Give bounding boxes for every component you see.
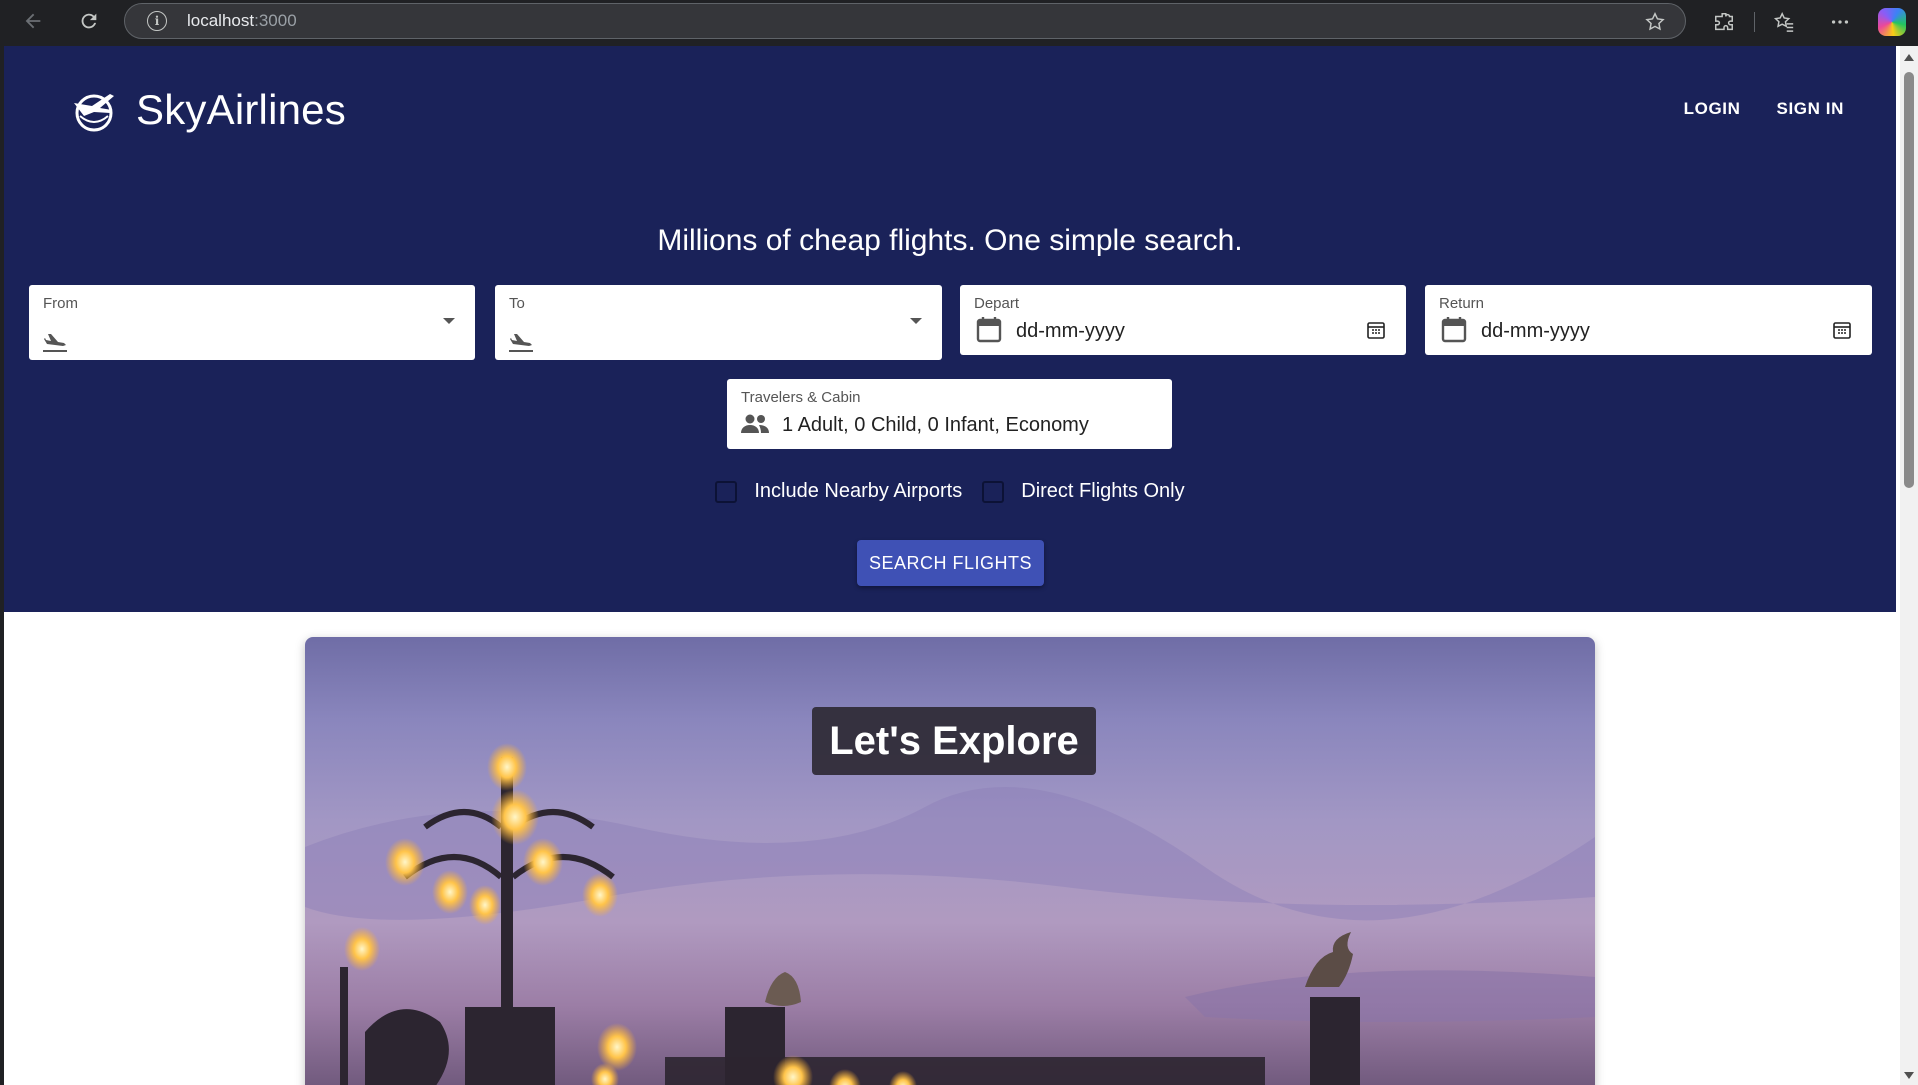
search-tagline: Millions of cheap flights. One simple se… (657, 224, 1243, 257)
back-icon[interactable] (18, 6, 48, 36)
explore-title: Let's Explore (812, 707, 1096, 775)
copilot-icon[interactable] (1878, 8, 1906, 36)
direct-flights-label: Direct Flights Only (1021, 480, 1185, 502)
date-picker-icon[interactable] (1366, 320, 1386, 345)
nearby-airports-option[interactable]: Include Nearby Airports (715, 480, 962, 503)
page-viewport: SkyAirlines LOGIN SIGN IN Millions of ch… (4, 46, 1918, 1085)
depart-label: Depart (974, 295, 1020, 312)
toolbar-divider (1754, 12, 1755, 32)
search-hero: SkyAirlines LOGIN SIGN IN Millions of ch… (4, 46, 1896, 612)
to-label: To (509, 295, 525, 312)
search-flights-button[interactable]: SEARCH FLIGHTS (857, 540, 1044, 586)
explore-card[interactable]: Let's Explore (305, 637, 1595, 1085)
direct-flights-checkbox[interactable] (982, 480, 1005, 503)
from-field[interactable]: From (29, 285, 475, 360)
to-dropdown-icon[interactable] (910, 318, 922, 324)
airline-logo-icon (70, 86, 118, 134)
signin-link[interactable]: SIGN IN (1777, 99, 1845, 119)
travelers-cabin-field[interactable]: Travelers & Cabin 1 Adult, 0 Child, 0 In… (727, 379, 1172, 449)
from-label: From (43, 295, 78, 312)
nearby-airports-checkbox[interactable] (715, 480, 738, 503)
scroll-up-arrow-icon[interactable] (1904, 54, 1914, 61)
return-field[interactable]: Return dd-mm-yyyy (1425, 285, 1872, 355)
top-nav: LOGIN SIGN IN (1684, 99, 1844, 119)
search-options: Include Nearby Airports Direct Flights O… (4, 480, 1896, 503)
direct-flights-option[interactable]: Direct Flights Only (982, 480, 1185, 503)
address-url: localhost:3000 (187, 11, 297, 30)
scroll-down-arrow-icon[interactable] (1904, 1072, 1914, 1079)
scroll-thumb[interactable] (1904, 72, 1914, 488)
page-scrollbar[interactable] (1900, 46, 1918, 1085)
people-icon (740, 413, 770, 440)
reload-icon[interactable] (74, 6, 104, 36)
return-label: Return (1439, 295, 1485, 312)
from-dropdown-icon[interactable] (443, 318, 455, 324)
depart-date-value: dd-mm-yyyy (1016, 320, 1125, 342)
explore-photo (305, 743, 1595, 1085)
depart-field[interactable]: Depart dd-mm-yyyy (960, 285, 1406, 355)
extensions-icon[interactable] (1710, 8, 1738, 36)
return-date-value: dd-mm-yyyy (1481, 320, 1590, 342)
favorites-icon[interactable] (1770, 8, 1798, 36)
to-field[interactable]: To (495, 285, 942, 360)
brand[interactable]: SkyAirlines (70, 86, 346, 134)
travelers-label: Travelers & Cabin (741, 389, 861, 406)
favorite-star-icon[interactable] (1643, 10, 1667, 34)
brand-name: SkyAirlines (136, 86, 346, 133)
nearby-airports-label: Include Nearby Airports (754, 480, 963, 502)
calendar-icon (1441, 315, 1467, 348)
more-menu-icon[interactable] (1826, 8, 1854, 36)
browser-toolbar: i localhost:3000 (0, 0, 1918, 42)
plane-takeoff-icon (507, 330, 535, 359)
travelers-value: 1 Adult, 0 Child, 0 Infant, Economy (782, 414, 1089, 436)
calendar-icon (976, 315, 1002, 348)
login-link[interactable]: LOGIN (1684, 99, 1741, 119)
site-info-icon[interactable]: i (147, 11, 167, 31)
address-bar[interactable]: i localhost:3000 (124, 3, 1686, 39)
date-picker-icon[interactable] (1832, 320, 1852, 345)
plane-takeoff-icon (41, 330, 69, 359)
